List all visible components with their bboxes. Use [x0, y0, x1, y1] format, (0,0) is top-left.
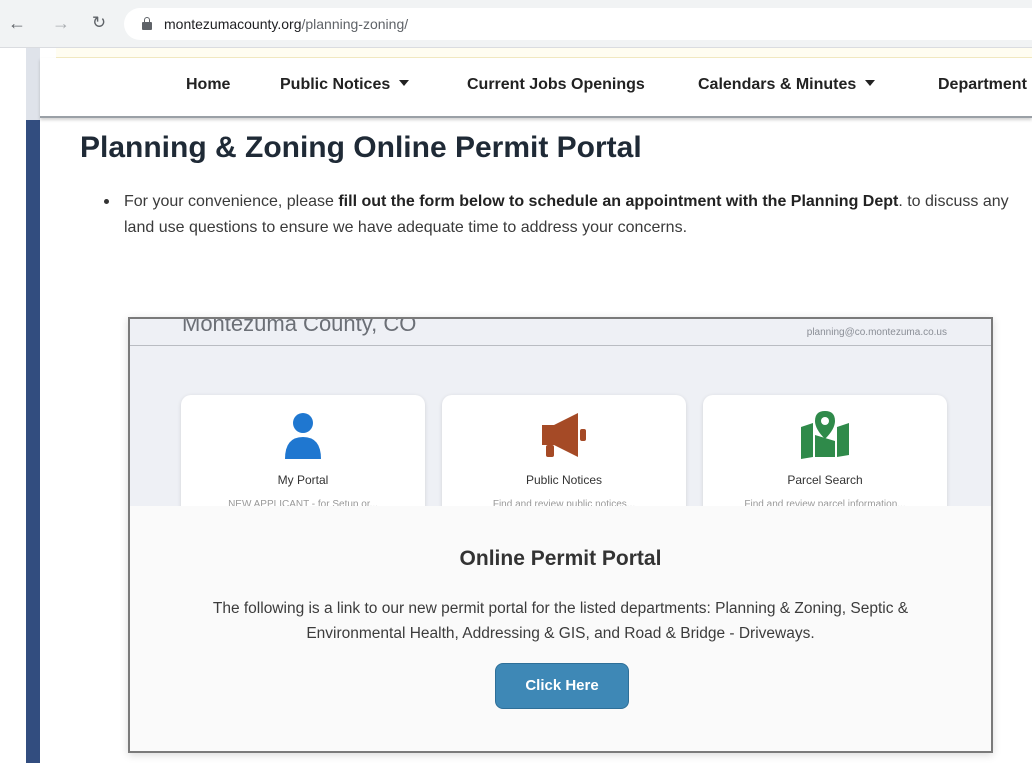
browser-toolbar: ← → ↻ montezumacounty.org/planning-zonin…: [0, 0, 1032, 48]
nav-item-label: Public Notices: [280, 76, 391, 93]
portal-panel-title: Online Permit Portal: [459, 547, 662, 570]
page-left-accent-bar: [26, 120, 40, 763]
nav-item-departments[interactable]: Department: [938, 76, 1027, 94]
forward-arrow-icon[interactable]: →: [50, 12, 72, 34]
bullet-icon: [104, 199, 109, 204]
intro-prefix: For your convenience, please: [124, 193, 339, 210]
map-pin-icon: [801, 411, 849, 459]
nav-item-public-notices[interactable]: Public Notices: [280, 76, 410, 94]
card-label: Public Notices: [525, 473, 603, 487]
url-text: montezumacounty.org/planning-zoning/: [164, 16, 408, 32]
portal-panel-text: The following is a link to our new permi…: [212, 600, 909, 642]
lock-icon: [142, 17, 152, 30]
site-navigation: Home Public Notices Current Jobs Opening…: [40, 58, 1032, 118]
nav-item-home[interactable]: Home: [186, 76, 230, 94]
intro-text: For your convenience, please fill out th…: [124, 189, 1014, 241]
nav-item-current-jobs[interactable]: Current Jobs Openings: [467, 76, 645, 94]
back-arrow-icon[interactable]: ←: [6, 12, 28, 34]
portal-info-panel: Online Permit Portal The following is a …: [130, 506, 991, 751]
permit-portal-preview: Montezuma County, CO planning@co.montezu…: [128, 317, 993, 753]
address-bar[interactable]: montezumacounty.org/planning-zoning/: [124, 8, 1032, 40]
card-label: My Portal: [277, 473, 329, 487]
person-icon: [285, 413, 321, 459]
notice-strip: [56, 48, 1032, 58]
reload-icon[interactable]: ↻: [88, 12, 110, 34]
megaphone-icon: [542, 413, 586, 457]
intro-bold-link-text: fill out the form below to schedule an a…: [338, 193, 899, 210]
chevron-down-icon: [399, 80, 410, 86]
nav-item-label: Current Jobs Openings: [467, 76, 645, 93]
click-here-button[interactable]: Click Here: [495, 663, 629, 709]
portal-email: planning@co.montezuma.co.us: [806, 327, 947, 338]
url-path: /planning-zoning/: [301, 16, 409, 32]
portal-org-name: Montezuma County, CO: [182, 317, 417, 336]
url-domain: montezumacounty.org: [164, 16, 302, 32]
nav-item-label: Home: [186, 76, 231, 93]
nav-item-label: Department: [938, 76, 1027, 93]
nav-item-label: Calendars & Minutes: [698, 76, 857, 93]
card-label: Parcel Search: [787, 473, 863, 487]
nav-item-calendars-minutes[interactable]: Calendars & Minutes: [698, 76, 876, 94]
page-left-strip: [26, 48, 40, 120]
portal-header: Montezuma County, CO planning@co.montezu…: [130, 319, 991, 346]
chevron-down-icon: [865, 80, 876, 86]
page-title: Planning & Zoning Online Permit Portal: [80, 131, 642, 164]
